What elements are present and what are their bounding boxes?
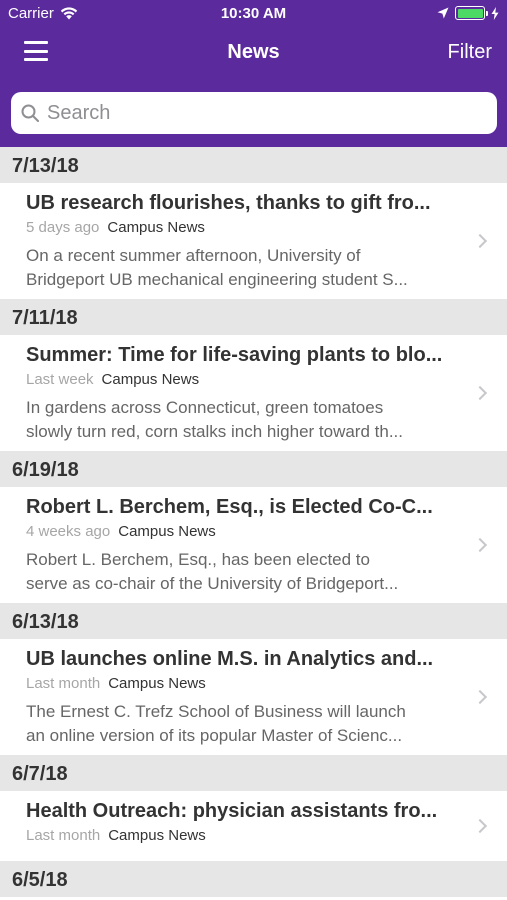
news-item-age: 5 days ago — [26, 219, 100, 236]
news-item-meta: Last month Campus News — [26, 827, 452, 844]
search-input[interactable] — [47, 101, 467, 125]
news-item-age: Last month — [26, 827, 101, 844]
news-item-source: Campus News — [108, 675, 206, 692]
news-list: 7/13/18 UB research flourishes, thanks t… — [0, 147, 507, 897]
news-item-summary-line: an online version of its popular Master … — [26, 726, 403, 745]
section-header-date: 6/5/18 — [0, 861, 507, 897]
news-item-source: Campus News — [118, 523, 216, 540]
news-item-meta: 5 days ago Campus News — [26, 219, 452, 236]
search-icon — [21, 104, 39, 122]
navigation-bar: News Filter — [0, 28, 507, 78]
news-item-title: UB launches online M.S. in Analytics and… — [26, 648, 434, 670]
news-item-summary: The Ernest C. Trefz School of Business w… — [26, 700, 452, 748]
chevron-right-icon — [472, 818, 488, 834]
chevron-right-icon — [472, 537, 488, 553]
section-header-date: 7/11/18 — [0, 299, 507, 335]
news-item-summary: In gardens across Connecticut, green tom… — [26, 396, 452, 444]
news-item-meta: Last month Campus News — [26, 675, 452, 692]
news-item-summary-line: On a recent summer afternoon, University… — [26, 246, 361, 265]
chevron-right-icon — [472, 689, 488, 705]
news-item-source: Campus News — [101, 371, 200, 388]
status-bar: Carrier 10:30 AM — [0, 0, 507, 28]
news-item-title: Robert L. Berchem, Esq., is Elected Co-C… — [26, 496, 433, 518]
news-item-title: UB research flourishes, thanks to gift f… — [26, 192, 431, 214]
news-item-source: Campus News — [107, 219, 205, 236]
battery-icon — [455, 6, 488, 20]
page-title: News — [227, 41, 280, 63]
section-header-date: 6/7/18 — [0, 755, 507, 791]
filter-button[interactable]: Filter — [448, 41, 492, 64]
search-bar[interactable] — [11, 92, 497, 134]
status-right — [437, 6, 499, 20]
section-header-date: 7/13/18 — [0, 147, 507, 183]
news-item-summary-line: In gardens across Connecticut, green tom… — [26, 398, 384, 417]
news-item-summary-line: Robert L. Berchem, Esq., has been electe… — [26, 550, 370, 569]
news-item-age: 4 weeks ago — [26, 523, 111, 540]
news-item-summary-line: The Ernest C. Trefz School of Business w… — [26, 702, 406, 721]
news-item-meta: Last week Campus News — [26, 371, 452, 388]
battery-level — [457, 8, 483, 18]
news-item-age: Last week — [26, 371, 94, 388]
news-item-title: Summer: Time for life-saving plants to b… — [26, 344, 443, 366]
news-item-meta: 4 weeks ago Campus News — [26, 523, 452, 540]
section-header-date: 6/13/18 — [0, 603, 507, 639]
news-item-age: Last month — [26, 675, 101, 692]
news-item-title: Health Outreach: physician assistants fr… — [26, 800, 438, 822]
news-item[interactable]: Health Outreach: physician assistants fr… — [0, 791, 507, 861]
news-item[interactable]: UB launches online M.S. in Analytics and… — [0, 639, 507, 755]
news-item-summary: Robert L. Berchem, Esq., has been electe… — [26, 548, 452, 596]
status-time: 10:30 AM — [220, 5, 287, 22]
chevron-right-icon — [472, 385, 488, 401]
news-item[interactable]: Robert L. Berchem, Esq., is Elected Co-C… — [0, 487, 507, 603]
hamburger-menu-icon[interactable] — [24, 41, 48, 61]
news-item-summary: On a recent summer afternoon, University… — [26, 244, 452, 292]
chevron-right-icon — [472, 233, 488, 249]
news-item-summary-line: slowly turn red, corn stalks inch higher… — [26, 422, 403, 441]
section-header-date: 6/19/18 — [0, 451, 507, 487]
location-arrow-icon — [437, 7, 449, 19]
news-item-summary-line: Bridgeport UB mechanical engineering stu… — [26, 270, 408, 289]
news-item[interactable]: UB research flourishes, thanks to gift f… — [0, 183, 507, 299]
news-item[interactable]: Summer: Time for life-saving plants to b… — [0, 335, 507, 451]
news-item-summary-line: serve as co-chair of the University of B… — [26, 574, 399, 593]
news-item-source: Campus News — [108, 827, 206, 844]
charging-bolt-icon — [491, 6, 499, 20]
